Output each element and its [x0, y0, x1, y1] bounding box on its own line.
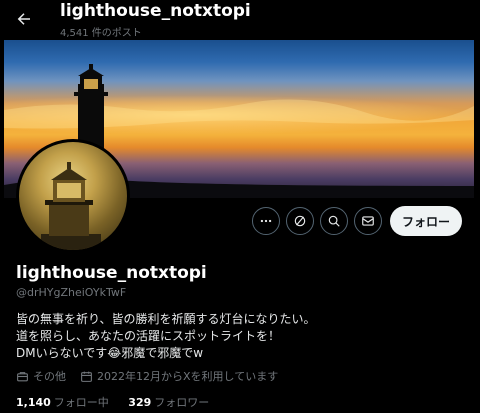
grok-icon [294, 215, 306, 227]
more-icon [260, 219, 272, 223]
bio-line: 皆の無事を祈り、皆の勝利を祈願する灯台になりたい。 [16, 312, 316, 326]
calendar-icon [81, 371, 92, 382]
post-count: 4,541 件のポスト [60, 28, 142, 39]
bio-line: 道を照らし、あなたの活躍にスポットライトを！ [16, 329, 281, 343]
profile-meta: その他 2022年12月からXを利用しています [16, 368, 292, 384]
followers-link[interactable]: 329 フォロワー [128, 396, 225, 409]
profile-header: lighthouse_notxtopi 4,541 件のポスト [0, 0, 480, 40]
joined-date: 2022年12月からXを利用しています [97, 370, 279, 383]
category-item: その他 [16, 368, 66, 384]
user-handle: @drHYgZheiOYkTwF [16, 286, 127, 299]
followers-label: フォロワー [154, 396, 210, 409]
joined-item: 2022年12月からXを利用しています [80, 368, 278, 384]
header-title: lighthouse_notxtopi [60, 1, 251, 21]
follow-button[interactable]: フォロー [390, 206, 462, 236]
profile-avatar[interactable] [16, 139, 130, 253]
arrow-left-icon [17, 13, 30, 25]
briefcase-icon [17, 371, 28, 381]
back-button[interactable] [12, 6, 36, 32]
following-link[interactable]: 1,140 フォロー中 [16, 396, 128, 409]
mail-icon [362, 216, 374, 226]
search-icon [328, 215, 340, 227]
following-label: フォロー中 [53, 396, 109, 409]
category-label: その他 [33, 370, 66, 383]
more-button[interactable] [252, 207, 280, 235]
followers-count: 329 [128, 396, 152, 409]
lighthouse-avatar-image [41, 162, 101, 250]
display-name: lighthouse_notxtopi [16, 263, 207, 283]
follow-stats: 1,140 フォロー中 329 フォロワー [16, 394, 225, 410]
message-button[interactable] [354, 207, 382, 235]
grok-button[interactable] [286, 207, 314, 235]
following-count: 1,140 [16, 396, 51, 409]
search-button[interactable] [320, 207, 348, 235]
bio-line: DMいらないです😂邪魔で邪魔でw [16, 346, 204, 360]
profile-bio: 皆の無事を祈り、皆の勝利を祈願する灯台になりたい。 道を照らし、あなたの活躍にス… [16, 311, 456, 362]
